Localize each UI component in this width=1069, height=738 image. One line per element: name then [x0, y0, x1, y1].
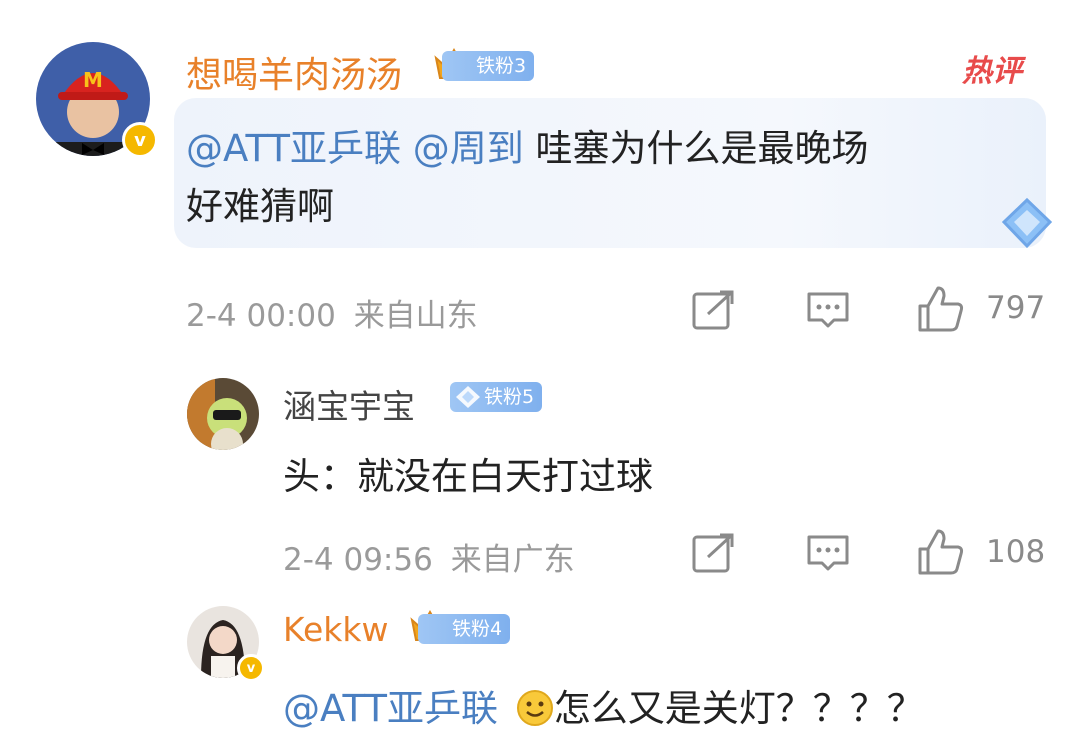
fan-level-badge: 铁粉4 — [418, 614, 511, 644]
avatar[interactable] — [187, 378, 259, 450]
comment-icon[interactable] — [804, 288, 852, 332]
mention-link[interactable]: @ATT亚乒联 — [283, 687, 498, 730]
fan-level-badge: 铁粉3 — [442, 51, 535, 81]
avatar[interactable]: v — [187, 606, 265, 682]
mention-link[interactable]: @ATT亚乒联 — [186, 127, 401, 170]
comment-text-line: @ATT亚乒联 怎么又是关灯？？？？ — [283, 678, 924, 732]
timestamp: 2-4 00:00 — [186, 298, 336, 334]
like-icon[interactable] — [916, 284, 966, 334]
avatar[interactable]: M v — [36, 42, 158, 158]
comment-icon[interactable] — [804, 531, 852, 575]
comment-text: 哇塞为什么是最晚场 — [535, 127, 869, 170]
like-count: 108 — [986, 534, 1046, 570]
avatar-image — [187, 378, 259, 450]
diamond-icon — [1001, 197, 1053, 249]
comment-text: 头：就没在白天打过球 — [283, 455, 653, 498]
comment-meta: 2-4 09:56 来自广东 — [283, 534, 575, 579]
location: 来自山东 — [353, 298, 478, 334]
verified-icon: v — [122, 122, 158, 158]
smile-emoji-icon — [516, 690, 553, 726]
share-icon[interactable] — [690, 531, 738, 575]
svg-text:M: M — [83, 68, 103, 92]
like-icon[interactable] — [916, 527, 966, 577]
comment-meta: 2-4 00:00 来自山东 — [186, 290, 478, 335]
comment-text-line-1: @ATT亚乒联 @周到 哇塞为什么是最晚场 — [186, 118, 869, 172]
diamond-icon — [456, 386, 480, 408]
location: 来自广东 — [450, 542, 575, 578]
mention-link[interactable]: @周到 — [413, 127, 524, 170]
comment-text-line-2: 好难猜啊 — [186, 185, 334, 228]
verified-icon: v — [237, 654, 265, 682]
hot-comment-tag: 热评 — [962, 54, 1022, 89]
username[interactable]: Kekkw — [283, 610, 389, 649]
share-icon[interactable] — [690, 288, 738, 332]
like-count: 797 — [986, 290, 1046, 326]
username[interactable]: 涵宝宇宝 — [283, 380, 415, 428]
username[interactable]: 想喝羊肉汤汤 — [186, 46, 402, 98]
comment-text: 怎么又是关灯？？？？ — [553, 687, 924, 730]
timestamp: 2-4 09:56 — [283, 542, 433, 578]
